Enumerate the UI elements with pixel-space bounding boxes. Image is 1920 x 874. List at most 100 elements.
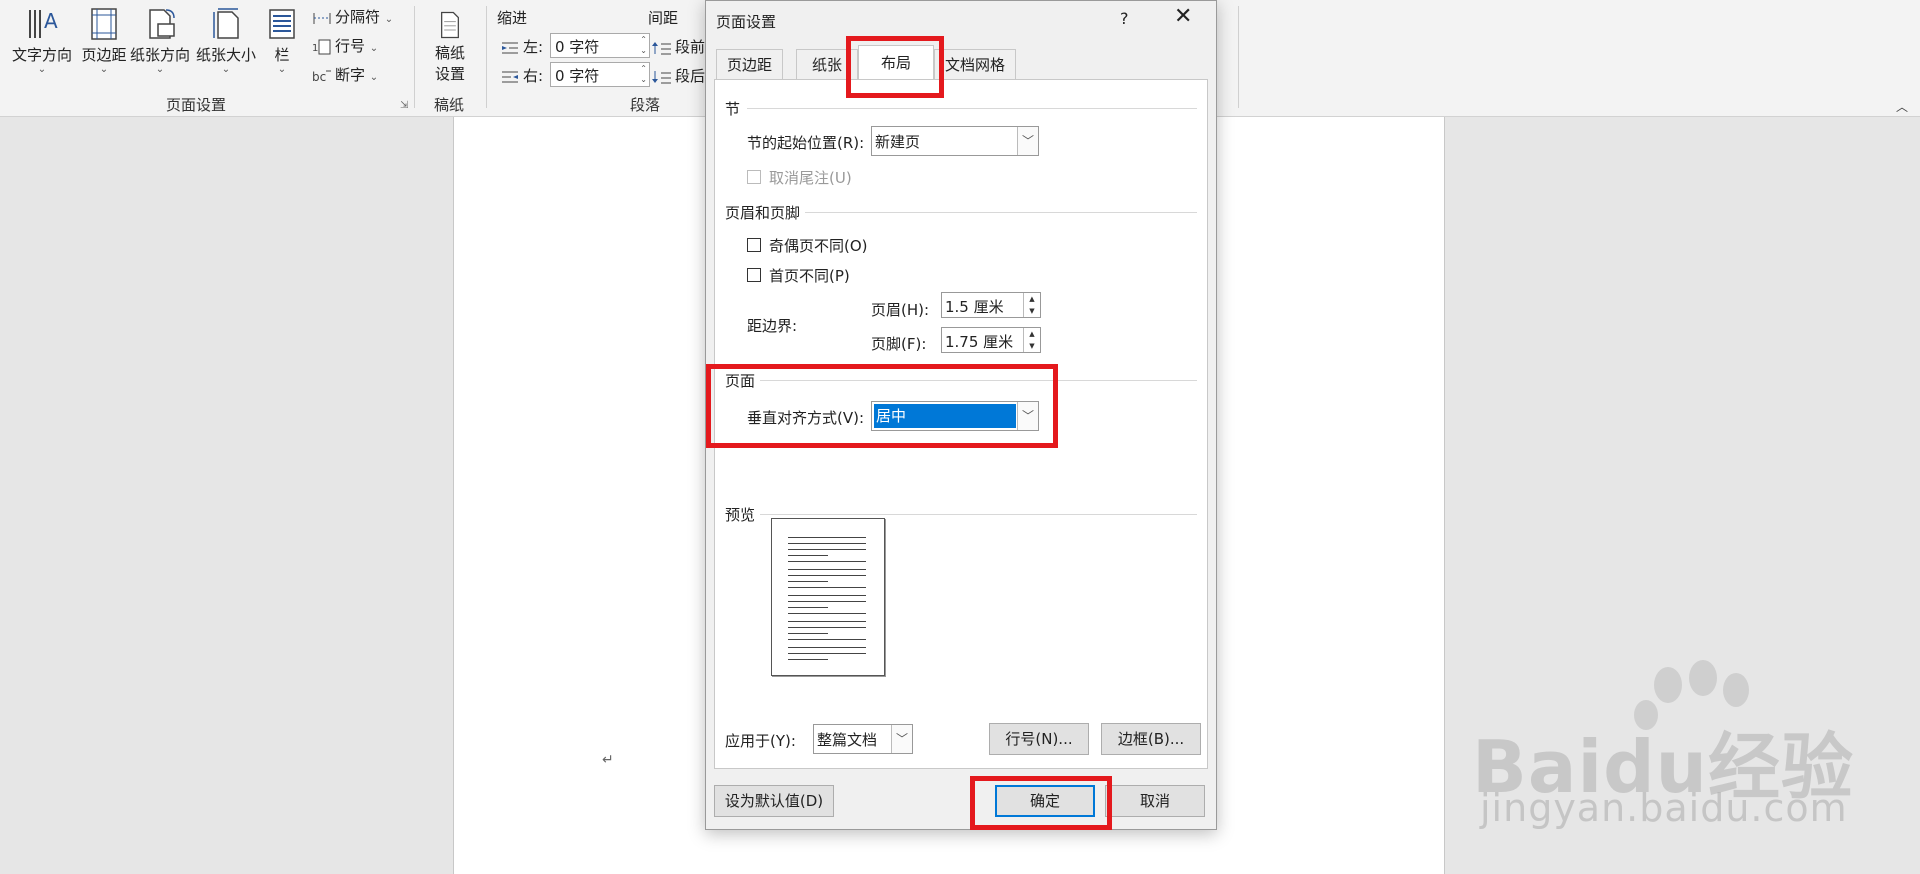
chevron-down-icon[interactable]: ﹀ (1017, 127, 1038, 155)
collapse-ribbon-icon[interactable]: ︿ (1896, 98, 1908, 115)
chevron-down-icon: ⌄ (384, 14, 394, 25)
cancel-button[interactable]: 取消 (1105, 785, 1205, 817)
group-label-manuscript: 稿纸 (434, 96, 465, 114)
spacing-before-label: 段前 (652, 36, 705, 57)
svg-text:bc: bc (312, 70, 326, 84)
preview-text-line (788, 601, 866, 602)
line-numbers-button[interactable]: 行号(N)... (989, 723, 1089, 755)
preview-text-line (788, 575, 866, 576)
section-start-select[interactable]: 新建页 ﹀ (871, 126, 1039, 156)
page-heading: 页面 (725, 372, 756, 390)
footer-distance-input[interactable]: 1.75 厘米 ▲ ▼ (941, 327, 1041, 353)
spinner[interactable]: ▲ ▼ (1023, 328, 1040, 352)
indent-right-input[interactable]: 0 字符 ⌃ ⌄ (550, 62, 650, 87)
divider (747, 108, 1197, 109)
tab-margins[interactable]: 页边距 (716, 49, 784, 79)
indent-label: 缩进 (497, 9, 528, 27)
preview-text-line (788, 627, 866, 628)
preview-page (771, 518, 885, 676)
header-distance-value: 1.5 厘米 (945, 298, 1004, 316)
section-start-value: 新建页 (875, 133, 921, 151)
spin-up-icon[interactable]: ▲ (1024, 293, 1040, 305)
indent-right-text: 右: (523, 67, 544, 85)
group-label-paragraph: 段落 (630, 96, 661, 114)
divider (805, 212, 1197, 213)
columns-icon (269, 9, 295, 39)
manuscript-button[interactable]: 稿纸 设置 (424, 4, 476, 84)
tab-paper[interactable]: 纸张 (796, 49, 858, 79)
chevron-down-icon[interactable]: ﹀ (891, 725, 912, 753)
chevron-down-icon: ⌄ (37, 64, 47, 75)
spin-down-icon[interactable]: ▼ (1024, 340, 1040, 352)
paragraph-mark: ↵ (602, 752, 614, 768)
hyphenation-button[interactable]: bc 断字 ⌄ (312, 64, 378, 85)
margins-button[interactable]: 页边距 ⌄ (76, 0, 132, 75)
apply-to-value: 整篇文档 (817, 731, 878, 749)
preview-text-line (788, 587, 866, 588)
close-icon[interactable]: ✕ (1174, 5, 1192, 29)
manuscript-label-2: 设置 (434, 65, 465, 83)
preview-text-line (788, 633, 828, 634)
chevron-down-icon: ⌄ (277, 64, 287, 75)
columns-button[interactable]: 栏 ⌄ (262, 0, 302, 75)
watermark-url: jingyan.baidu.com (1480, 786, 1848, 830)
chevron-down-icon: ⌄ (221, 64, 231, 75)
ok-button[interactable]: 确定 (995, 785, 1095, 817)
chevron-down-icon[interactable]: ﹀ (1017, 402, 1038, 430)
chevron-down-icon: ⌄ (99, 64, 109, 75)
breaks-button[interactable]: 分隔符 ⌄ (312, 6, 393, 27)
suppress-endnotes-checkbox[interactable] (747, 170, 761, 184)
indent-left-input[interactable]: 0 字符 ⌃ ⌄ (550, 33, 650, 58)
chevron-down-icon: ⌄ (369, 72, 379, 83)
chevron-down-icon: ⌄ (155, 64, 165, 75)
preview-text-line (788, 613, 866, 614)
margins-label: 页边距 (81, 46, 127, 64)
preview-text-line (788, 561, 866, 562)
orientation-icon (149, 9, 175, 39)
size-button[interactable]: 纸张大小 ⌄ (194, 0, 258, 75)
svg-text:1: 1 (312, 43, 318, 54)
apply-to-select[interactable]: 整篇文档 ﹀ (813, 724, 913, 754)
spinner-arrows-icon[interactable]: ⌃ ⌄ (640, 63, 647, 85)
preview-text-line (788, 607, 828, 608)
manuscript-label-1: 稿纸 (434, 44, 465, 62)
spacing-after-icon (652, 70, 671, 83)
indent-left-label: 左: (500, 36, 543, 57)
breaks-label: 分隔符 (335, 8, 381, 26)
vertical-alignment-select[interactable]: 居中 ﹀ (871, 401, 1039, 431)
from-edge-label: 距边界: (747, 317, 798, 335)
odd-even-checkbox[interactable] (747, 238, 761, 252)
preview-text-line (788, 653, 866, 654)
spin-down-icon[interactable]: ▼ (1024, 305, 1040, 317)
spinner[interactable]: ▲ ▼ (1023, 293, 1040, 317)
margins-icon (91, 8, 117, 40)
orientation-label: 纸张方向 (129, 46, 190, 64)
text-direction-icon: A (29, 9, 58, 38)
preview-text-line (788, 595, 866, 596)
preview-text-line (788, 647, 866, 648)
dialog-launcher-icon[interactable]: ⇲ (400, 100, 408, 111)
tab-layout[interactable]: 布局 (858, 45, 934, 80)
tab-document-grid[interactable]: 文档网格 (934, 49, 1017, 79)
preview-text-line (788, 659, 828, 660)
svg-text:A: A (44, 9, 58, 33)
header-distance-input[interactable]: 1.5 厘米 ▲ ▼ (941, 292, 1041, 318)
preview-text-line (788, 621, 866, 622)
group-label-page-setup: 页面设置 (166, 96, 227, 114)
hyphenation-icon: bc (312, 70, 331, 84)
preview-text-line (788, 543, 866, 544)
footer-distance-label: 页脚(F): (871, 335, 927, 353)
spin-up-icon[interactable]: ▲ (1024, 328, 1040, 340)
spinner-arrows-icon[interactable]: ⌃ ⌄ (640, 34, 647, 56)
borders-button[interactable]: 边框(B)... (1101, 723, 1201, 755)
spacing-after-text: 段后 (675, 67, 706, 85)
line-numbers-button[interactable]: 1 行号 ⌄ (312, 35, 378, 56)
indent-left-icon (502, 42, 518, 53)
orientation-button[interactable]: 纸张方向 ⌄ (128, 0, 192, 75)
first-page-checkbox[interactable] (747, 268, 761, 282)
preview-text-line (788, 549, 866, 550)
odd-even-label: 奇偶页不同(O) (769, 237, 868, 255)
text-direction-button[interactable]: A 文字方向 ⌄ (10, 0, 74, 75)
help-icon[interactable]: ? (1120, 9, 1129, 28)
set-default-button[interactable]: 设为默认值(D) (714, 785, 834, 817)
